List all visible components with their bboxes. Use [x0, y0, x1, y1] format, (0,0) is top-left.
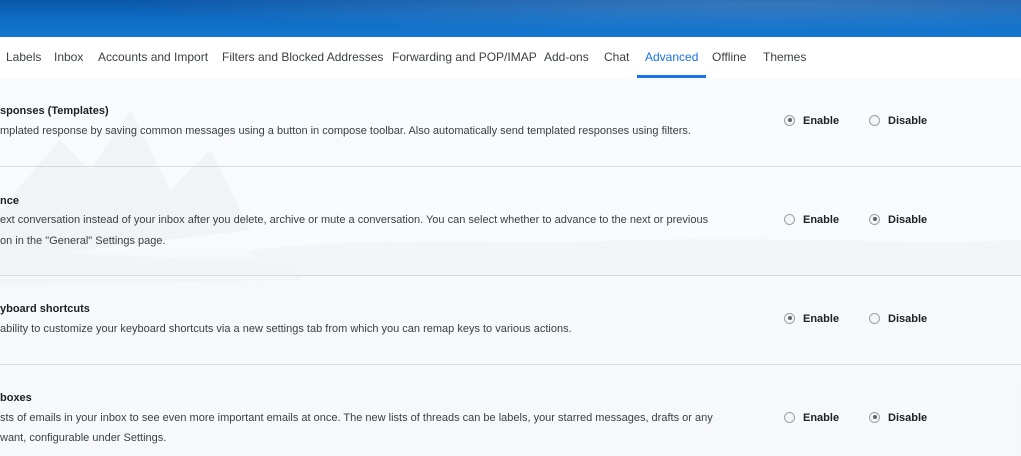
enable-radio[interactable] — [784, 312, 795, 324]
advanced-settings-list: sponses (Templates) mplated response by … — [0, 78, 1021, 456]
setting-row-multiple-inboxes: boxes sts of emails in your inbox to see… — [0, 365, 1021, 456]
tab-forwarding-and-pop-imap[interactable]: Forwarding and POP/IMAP — [392, 37, 537, 78]
enable-option[interactable]: Enable — [784, 114, 839, 130]
disable-option[interactable]: Disable — [869, 312, 927, 328]
disable-option[interactable]: Disable — [869, 411, 927, 427]
tab-accounts-and-import[interactable]: Accounts and Import — [98, 37, 208, 78]
disable-option[interactable]: Disable — [869, 213, 927, 229]
setting-row-keyboard-shortcuts: yboard shortcuts ability to customize yo… — [0, 276, 1021, 365]
setting-row-templates: sponses (Templates) mplated response by … — [0, 78, 1021, 167]
enable-radio[interactable] — [784, 213, 795, 225]
disable-option[interactable]: Disable — [869, 114, 927, 130]
setting-description-line-1: sts of emails in your inbox to see even … — [0, 412, 713, 424]
disable-radio[interactable] — [869, 213, 880, 225]
setting-title: nce — [0, 195, 19, 207]
setting-description-line-2: on in the "General" Settings page. — [0, 235, 166, 247]
enable-label: Enable — [803, 412, 840, 424]
tab-labels[interactable]: Labels — [6, 37, 41, 78]
enable-label: Enable — [803, 214, 840, 226]
tab-filters-and-blocked-addresses[interactable]: Filters and Blocked Addresses — [222, 37, 383, 78]
enable-radio[interactable] — [784, 411, 795, 423]
enable-option[interactable]: Enable — [784, 312, 839, 328]
disable-label: Disable — [888, 412, 928, 424]
setting-description: mplated response by saving common messag… — [0, 125, 691, 137]
tab-themes[interactable]: Themes — [763, 37, 806, 78]
disable-radio[interactable] — [869, 312, 880, 324]
enable-radio[interactable] — [784, 114, 795, 126]
setting-description: ability to customize your keyboard short… — [0, 323, 572, 335]
header-banner — [0, 0, 1021, 37]
disable-label: Disable — [888, 313, 928, 325]
setting-title: yboard shortcuts — [0, 303, 90, 315]
setting-row-auto-advance: nce ext conversation instead of your inb… — [0, 167, 1021, 276]
setting-title: boxes — [0, 392, 32, 404]
tab-inbox[interactable]: Inbox — [54, 37, 83, 78]
tab-offline[interactable]: Offline — [712, 37, 746, 78]
enable-option[interactable]: Enable — [784, 411, 839, 427]
setting-description-line-2: want, configurable under Settings. — [0, 432, 167, 444]
enable-label: Enable — [803, 313, 840, 325]
disable-label: Disable — [888, 115, 928, 127]
settings-tabs: Labels Inbox Accounts and Import Filters… — [0, 37, 1021, 78]
enable-option[interactable]: Enable — [784, 213, 839, 229]
disable-label: Disable — [888, 214, 928, 226]
tab-add-ons[interactable]: Add-ons — [544, 37, 589, 78]
disable-radio[interactable] — [869, 411, 880, 423]
enable-label: Enable — [803, 115, 840, 127]
setting-description-line-1: ext conversation instead of your inbox a… — [0, 214, 709, 226]
setting-title: sponses (Templates) — [0, 105, 109, 117]
disable-radio[interactable] — [869, 114, 880, 126]
tab-advanced[interactable]: Advanced — [636, 37, 707, 78]
tab-chat[interactable]: Chat — [604, 37, 629, 78]
